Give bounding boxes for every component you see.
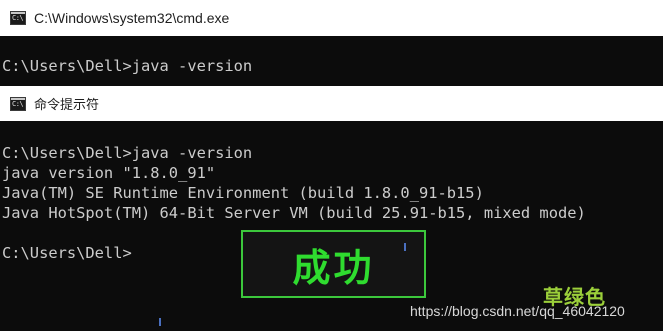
success-annotation: 成功	[241, 230, 426, 298]
console-line: C:\Users\Dell>java -version	[2, 144, 253, 162]
success-label: 成功	[292, 245, 375, 290]
cmd-icon: C:\	[10, 96, 26, 111]
window-titlebar-2[interactable]: C:\ 命令提示符	[0, 86, 663, 121]
console-line: Java(TM) SE Runtime Environment (build 1…	[2, 184, 484, 202]
window-titlebar[interactable]: C:\ C:\Windows\system32\cmd.exe	[0, 0, 663, 36]
console-output[interactable]: C:\Users\Dell>java -version	[2, 56, 252, 76]
console-line: C:\Users\Dell>java -version	[2, 57, 253, 75]
window-title: C:\Windows\system32\cmd.exe	[34, 10, 230, 26]
console-line: Java HotSpot(TM) 64-Bit Server VM (build…	[2, 204, 586, 222]
cmd-icon: C:\	[10, 11, 26, 25]
window-title-2: 命令提示符	[34, 97, 100, 112]
console-line: java version "1.8.0_91"	[2, 164, 216, 182]
watermark-mark	[404, 243, 406, 251]
watermark-mark	[159, 318, 161, 326]
watermark-url: https://blog.csdn.net/qq_46042120	[410, 303, 625, 319]
